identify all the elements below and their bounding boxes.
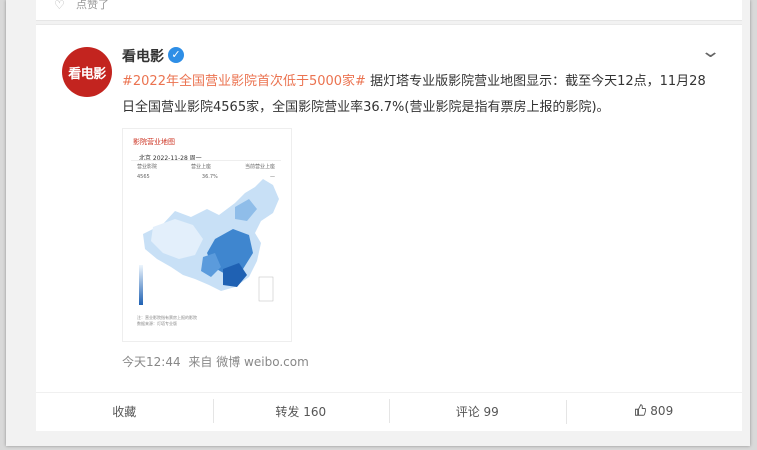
map-footnote: 注：营业影院指有票房上报的影院 数据来源：灯塔专业版: [137, 315, 197, 326]
map-legend: [139, 265, 143, 305]
action-bar: 收藏 转发 160 评论 99 809: [36, 392, 742, 429]
previous-post-card: ♡ 点赞了: [36, 0, 742, 21]
attached-image[interactable]: 影院营业地图 北京 2022-11-28 周一 营业影院 营业上座 当前营业上座 4…: [122, 128, 292, 342]
post-source: 来自 微博 weibo.com: [188, 355, 309, 369]
favorite-button[interactable]: 收藏: [36, 403, 213, 420]
post-text: #2022年全国营业影院首次低于5000家# 据灯塔专业版影院营业地图显示：截至…: [122, 69, 712, 121]
chevron-down-icon[interactable]: ⌄: [700, 41, 721, 62]
comment-button[interactable]: 评论 99: [389, 398, 566, 423]
avatar[interactable]: 看电影: [62, 47, 112, 97]
like-status-icon: ♡: [54, 0, 65, 12]
hashtag-link[interactable]: #2022年全国营业影院首次低于5000家#: [122, 74, 366, 89]
verified-icon: ✓: [168, 47, 184, 63]
like-button[interactable]: 809: [565, 400, 743, 424]
window-frame: ♡ 点赞了 看电影 看电影 ✓ ⌄ #2022年全国营业影院首次低于5000家#…: [6, 0, 750, 446]
repost-button[interactable]: 转发 160: [212, 398, 390, 423]
china-map-graphic: [143, 179, 279, 302]
previous-post-snippet: 点赞了: [76, 0, 109, 11]
post-timestamp[interactable]: 今天12:44: [122, 355, 181, 369]
post-meta: 今天12:44 来自 微博 weibo.com: [122, 353, 309, 370]
weibo-post-card: 看电影 看电影 ✓ ⌄ #2022年全国营业影院首次低于5000家# 据灯塔专业…: [36, 24, 742, 431]
author-name[interactable]: 看电影: [122, 46, 164, 66]
like-count: 809: [650, 404, 674, 418]
thumbs-up-icon: [635, 404, 647, 416]
